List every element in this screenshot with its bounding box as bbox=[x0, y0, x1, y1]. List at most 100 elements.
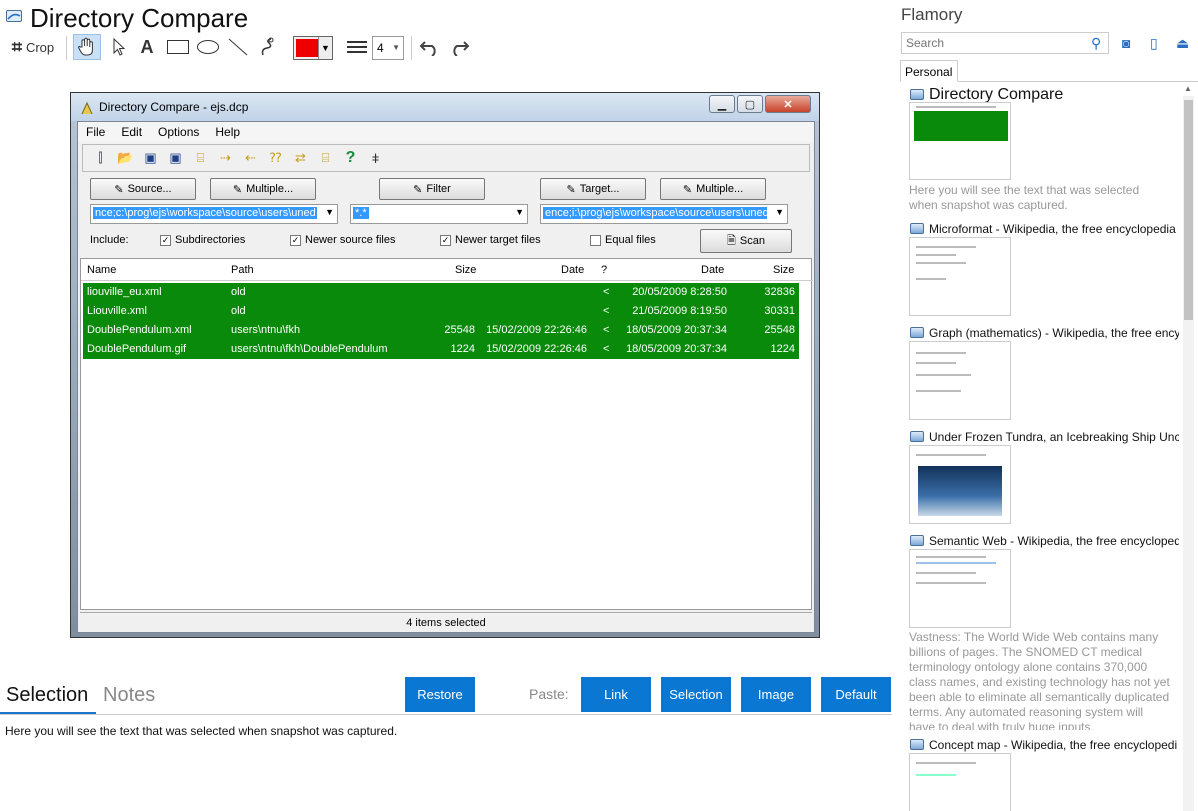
scrollbar-thumb[interactable] bbox=[1184, 100, 1193, 320]
filter-tree-icon[interactable]: ⌸ bbox=[316, 149, 335, 167]
restore-button[interactable]: Restore bbox=[405, 677, 475, 712]
filter-button[interactable]: ✎ Filter bbox=[379, 178, 485, 200]
redo-button[interactable] bbox=[446, 34, 472, 60]
col-path[interactable]: Path bbox=[231, 264, 254, 276]
multiple-target-button[interactable]: ✎ Multiple... bbox=[660, 178, 766, 200]
search-icon[interactable]: ⚲ bbox=[1091, 35, 1101, 52]
color-picker[interactable]: ▼ bbox=[293, 36, 333, 60]
newer-source-checkbox[interactable]: ✓ Newer source files bbox=[290, 234, 395, 246]
snapshot-title[interactable]: Microformat - Wikipedia, the free encycl… bbox=[929, 222, 1179, 236]
snapshot-title[interactable]: Concept map - Wikipedia, the free encycl… bbox=[929, 738, 1179, 752]
line-tool-button[interactable] bbox=[225, 34, 251, 60]
snapshot-thumbnail[interactable] bbox=[909, 753, 1011, 811]
pan-tool-button[interactable] bbox=[73, 34, 101, 60]
chevron-down-icon: ▼ bbox=[775, 207, 784, 217]
scroll-up-icon[interactable]: ▲ bbox=[1184, 84, 1192, 93]
open-folder-icon[interactable]: 📂 bbox=[116, 149, 135, 167]
menu-options[interactable]: Options bbox=[158, 125, 199, 139]
select-tool-button[interactable] bbox=[107, 34, 131, 60]
save-as-icon[interactable]: ▣ bbox=[166, 149, 185, 167]
rectangle-tool-button[interactable] bbox=[164, 34, 192, 60]
minimize-button[interactable]: ▁ bbox=[709, 95, 735, 113]
brand-name: Flamory bbox=[901, 5, 963, 24]
text-tool-button[interactable]: A bbox=[136, 34, 158, 60]
save-icon[interactable]: ▣ bbox=[141, 149, 160, 167]
target-button[interactable]: ✎ Target... bbox=[540, 178, 646, 200]
ellipse-tool-button[interactable] bbox=[194, 34, 222, 60]
tab-notes[interactable]: Notes bbox=[103, 684, 155, 707]
snapshot-thumbnail[interactable] bbox=[909, 102, 1011, 180]
rectangle-icon bbox=[167, 40, 189, 54]
menu-edit[interactable]: Edit bbox=[121, 125, 142, 139]
col-date[interactable]: Date bbox=[561, 264, 584, 276]
chevron-down-icon: ▼ bbox=[515, 207, 524, 217]
snapshot-thumbnail[interactable] bbox=[909, 549, 1011, 628]
source-path-combo[interactable]: nce;c:\prog\ejs\workspace\source\users\u… bbox=[90, 204, 338, 224]
newer-target-checkbox[interactable]: ✓ Newer target files bbox=[440, 234, 541, 246]
paste-image-button[interactable]: Image bbox=[741, 677, 811, 712]
copy-right-icon[interactable]: ⇢ bbox=[216, 149, 235, 167]
tab-selection[interactable]: Selection bbox=[6, 684, 88, 707]
copy-left-icon[interactable]: ⇠ bbox=[241, 149, 260, 167]
paste-link-button[interactable]: Link bbox=[581, 677, 651, 712]
table-row[interactable]: DoublePendulum.xml users\ntnu\fkh 25548 15/… bbox=[83, 321, 799, 340]
toolbar-separator bbox=[66, 36, 67, 60]
source-button-label: Source... bbox=[127, 183, 172, 195]
checkmark-icon: ✓ bbox=[440, 234, 451, 246]
cell-path: users\ntnu\fkh bbox=[231, 324, 301, 336]
col-size-target[interactable]: Size bbox=[773, 264, 794, 276]
freehand-tool-button[interactable] bbox=[255, 34, 281, 60]
compare-files-icon[interactable]: ⁇ bbox=[266, 149, 285, 167]
sync-icon[interactable]: ⇄ bbox=[291, 149, 310, 167]
scan-button[interactable]: 🗎 Scan bbox=[700, 229, 792, 253]
table-row[interactable]: liouville_eu.xml old <20/05/2009 8:28:50 32… bbox=[83, 283, 799, 302]
document-icon[interactable]: ▯ bbox=[1150, 35, 1158, 52]
folder-tree-icon[interactable]: ⌸ bbox=[191, 149, 210, 167]
target-path-combo[interactable]: ence;i:\prog\ejs\workspace\source\users\… bbox=[540, 204, 788, 224]
snapshot-title[interactable]: Graph (mathematics) - Wikipedia, the fre… bbox=[929, 326, 1179, 340]
search-input[interactable] bbox=[901, 32, 1109, 54]
paste-default-button[interactable]: Default bbox=[821, 677, 891, 712]
line-width-select[interactable]: 4 ▼ bbox=[372, 36, 404, 60]
col-direction[interactable]: ? bbox=[601, 264, 607, 276]
snapshot-thumbnail[interactable] bbox=[909, 445, 1011, 524]
source-path-value: nce;c:\prog\ejs\workspace\source\users\u… bbox=[93, 207, 317, 219]
menu-file[interactable]: File bbox=[86, 125, 105, 139]
source-button[interactable]: ✎ Source... bbox=[90, 178, 196, 200]
compare-icon[interactable]: ⫿ bbox=[91, 149, 110, 167]
snapshot-description: Vastness: The World Wide Web contains ma… bbox=[909, 630, 1170, 730]
pen-icon: ✎ bbox=[682, 183, 693, 196]
table-row[interactable]: Liouville.xml old <21/05/2009 8:19:50 30331 bbox=[83, 302, 799, 321]
file-list[interactable]: Name Path Size Date ? Date Size liouvill… bbox=[80, 258, 813, 610]
table-row[interactable]: DoublePendulum.gif users\ntnu\fkh\DoubleP… bbox=[83, 340, 799, 359]
col-name[interactable]: Name bbox=[87, 264, 116, 276]
snapshot-feed[interactable]: Directory Compare Here you will see the … bbox=[896, 84, 1184, 811]
snapshot-thumbnail[interactable] bbox=[909, 341, 1011, 420]
snapshot-icon bbox=[910, 327, 924, 338]
equal-files-checkbox[interactable]: Equal files bbox=[590, 234, 656, 246]
menu-help[interactable]: Help bbox=[215, 125, 240, 139]
cell-date: 15/02/2009 22:26:46 bbox=[486, 324, 587, 336]
crop-button[interactable]: ⌗ Crop bbox=[6, 34, 60, 60]
camera-icon[interactable]: ◙ bbox=[1122, 35, 1130, 51]
multiple-source-button[interactable]: ✎ Multiple... bbox=[210, 178, 316, 200]
paste-selection-button[interactable]: Selection bbox=[661, 677, 731, 712]
about-icon[interactable]: ǂ bbox=[366, 149, 385, 167]
tab-divider bbox=[958, 81, 1198, 82]
snapshot-title[interactable]: Under Frozen Tundra, an Icebreaking Ship… bbox=[929, 430, 1179, 444]
close-button[interactable]: ✕ bbox=[765, 95, 811, 113]
scan-label: Scan bbox=[739, 235, 765, 247]
col-size[interactable]: Size bbox=[455, 264, 476, 276]
filter-combo[interactable]: *.* ▼ bbox=[350, 204, 528, 224]
captured-screenshot[interactable]: Directory Compare - ejs.dcp ▁ ▢ ✕ File E… bbox=[70, 92, 820, 638]
snapshot-thumbnail[interactable] bbox=[909, 237, 1011, 316]
upload-icon[interactable]: ⏏ bbox=[1176, 35, 1189, 52]
maximize-button[interactable]: ▢ bbox=[737, 95, 763, 113]
tab-personal[interactable]: Personal bbox=[900, 60, 958, 82]
snapshot-description: Here you will see the text that was sele… bbox=[909, 183, 1140, 212]
col-date-target[interactable]: Date bbox=[701, 264, 724, 276]
help-icon[interactable]: ? bbox=[341, 149, 360, 167]
snapshot-title[interactable]: Semantic Web - Wikipedia, the free encyc… bbox=[929, 534, 1179, 548]
subdirectories-checkbox[interactable]: ✓ Subdirectories bbox=[160, 234, 245, 246]
undo-button[interactable] bbox=[417, 34, 443, 60]
